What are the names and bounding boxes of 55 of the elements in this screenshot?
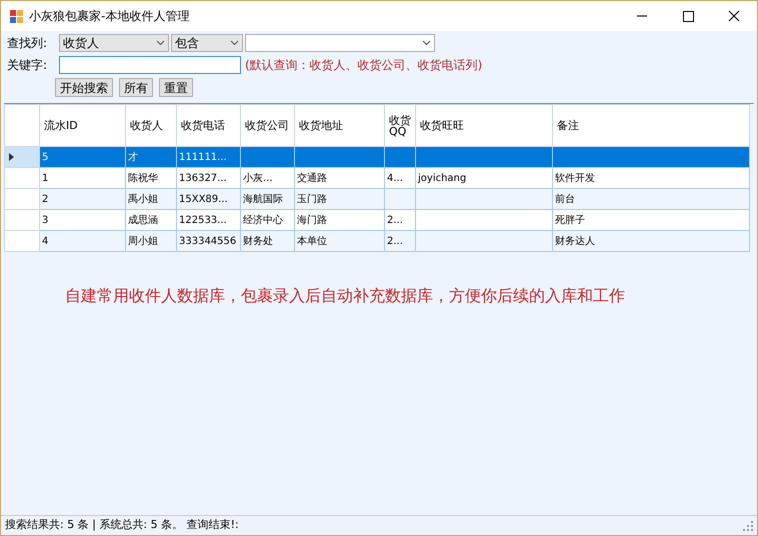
- table-cell: 小灰...: [240, 168, 294, 188]
- table-cell: 财务处: [240, 230, 294, 252]
- table-cell: 3: [40, 210, 126, 230]
- table-cell: 4: [40, 230, 126, 252]
- search-action-button[interactable]: 重置: [159, 78, 193, 97]
- table-cell: 5: [40, 146, 126, 168]
- table-cell: 1: [40, 168, 126, 188]
- table-cell: 软件开发: [552, 168, 750, 188]
- resize-grip-icon: [743, 520, 753, 530]
- table-cell: 前台: [552, 188, 750, 210]
- row-header[interactable]: [4, 146, 40, 168]
- table-cell: 周小姐: [126, 230, 176, 252]
- table-cell: joyichang: [416, 168, 552, 188]
- table-cell: 4...: [384, 168, 416, 188]
- column-dropdown[interactable]: 收货人: [59, 34, 169, 52]
- current-row-icon: [9, 153, 14, 161]
- search-hint: (默认查询：收货人、收货公司、收货电话列): [245, 57, 482, 74]
- chevron-icon: [422, 40, 431, 46]
- feature-note: 自建常用收件人数据库，包裹录入后自动补充数据库，方便你后续的入库和工作: [65, 285, 625, 307]
- table-cell: [384, 146, 416, 168]
- operator-dropdown[interactable]: 包含: [171, 34, 243, 52]
- table-cell: 玉门路: [294, 188, 384, 210]
- table-cell: 陈祝华: [126, 168, 176, 188]
- column-label: 查找列:: [7, 35, 48, 52]
- table-cell: 禹小姐: [126, 188, 176, 210]
- table-cell: 2...: [384, 230, 416, 252]
- keyword-field[interactable]: [59, 56, 241, 74]
- table-cell: 才: [126, 146, 176, 168]
- table-cell: 财务达人: [552, 230, 750, 252]
- window-title: 小灰狼包裹家-本地收件人管理: [29, 8, 190, 25]
- column-header[interactable]: 备注: [552, 104, 750, 146]
- table-cell: 333344556: [176, 230, 240, 252]
- table-cell: 111111...: [176, 146, 240, 168]
- chevron-icon: [156, 40, 165, 46]
- value-dropdown[interactable]: [245, 34, 435, 52]
- table-cell: 本单位: [294, 230, 384, 252]
- search-action-button[interactable]: 所有: [119, 78, 153, 97]
- table-cell: 成思涵: [126, 210, 176, 230]
- table-cell: 经济中心: [240, 210, 294, 230]
- table-cell: 15XX89...: [176, 188, 240, 210]
- table-cell: 122533...: [176, 210, 240, 230]
- app-icon: [10, 10, 23, 22]
- keyword-label: 关键字:: [7, 57, 48, 74]
- table-cell: 海航国际: [240, 188, 294, 210]
- table-cell: 136327...: [176, 168, 240, 188]
- table-cell: 2...: [384, 210, 416, 230]
- table-cell: 2: [40, 188, 126, 210]
- table-cell: 交通路: [294, 168, 384, 188]
- status-text: 搜索结果共: 5 条 | 系统总共: 5 条。 查询结束!:: [5, 517, 239, 534]
- table-cell: 海门路: [294, 210, 384, 230]
- table-cell: [240, 146, 294, 168]
- table-cell: [384, 188, 416, 210]
- table-cell: 死胖子: [552, 210, 750, 230]
- chevron-icon: [230, 40, 239, 46]
- search-action-button[interactable]: 开始搜索: [55, 78, 113, 97]
